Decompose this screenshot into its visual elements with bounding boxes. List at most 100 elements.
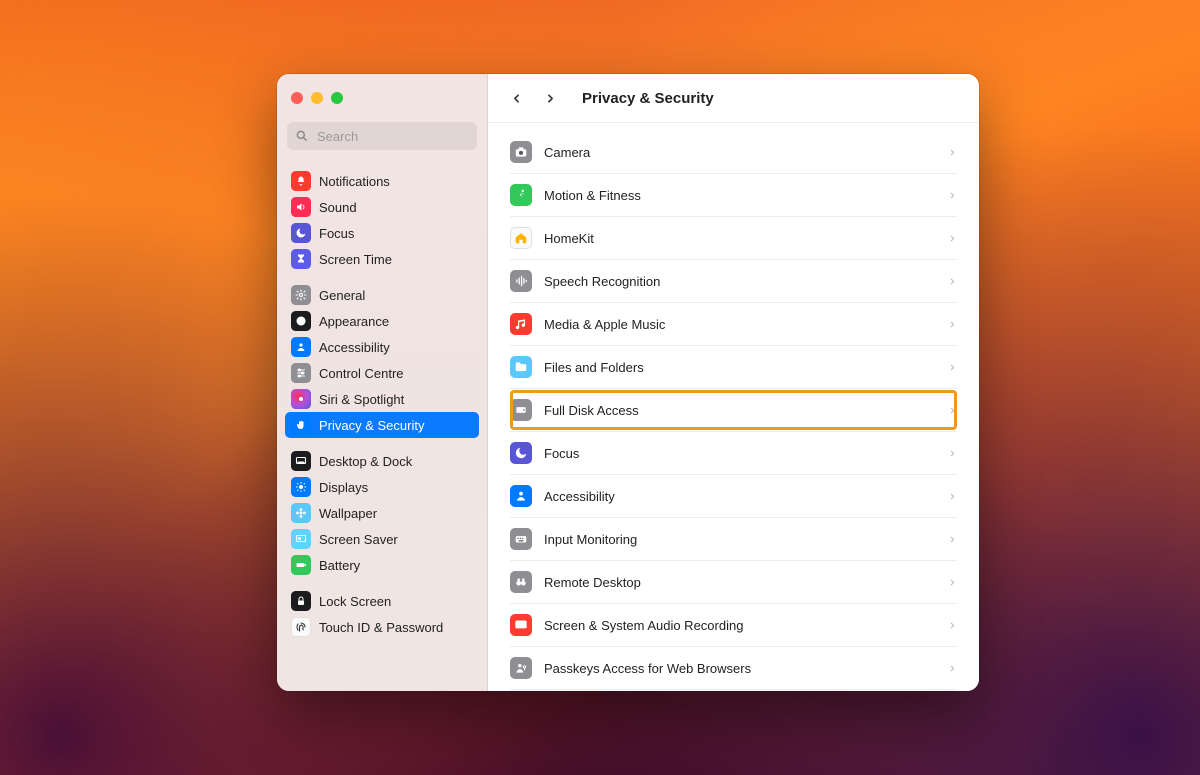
sidebar-item-label: Notifications <box>319 174 390 189</box>
house-icon <box>510 227 532 249</box>
nav-back-button[interactable] <box>506 88 526 108</box>
chevron-right-icon <box>948 661 957 676</box>
minimize-button[interactable] <box>311 92 323 104</box>
settings-row-focus[interactable]: Focus <box>510 432 957 475</box>
settings-row-full-disk-access[interactable]: Full Disk Access <box>510 389 957 432</box>
nav-forward-button[interactable] <box>540 88 560 108</box>
settings-row-label: Accessibility <box>544 489 936 504</box>
settings-row-screen-system-audio-recording[interactable]: Screen & System Audio Recording <box>510 604 957 647</box>
sidebar-item-siri-spotlight[interactable]: Siri & Spotlight <box>285 386 479 412</box>
settings-row-label: Input Monitoring <box>544 532 936 547</box>
sidebar-item-desktop-dock[interactable]: Desktop & Dock <box>285 448 479 474</box>
moon-icon <box>510 442 532 464</box>
settings-row-label: Motion & Fitness <box>544 188 936 203</box>
sidebar-item-notifications[interactable]: Notifications <box>285 168 479 194</box>
settings-row-homekit[interactable]: HomeKit <box>510 217 957 260</box>
search-field[interactable] <box>287 122 477 150</box>
sidebar-item-label: General <box>319 288 365 303</box>
settings-row-passkeys-access-for-web-browsers[interactable]: Passkeys Access for Web Browsers <box>510 647 957 690</box>
sidebar-item-touch-id-password[interactable]: Touch ID & Password <box>285 614 479 640</box>
chevron-right-icon <box>948 145 957 160</box>
sidebar-item-label: Screen Saver <box>319 532 398 547</box>
sidebar-group: Lock Screen Touch ID & Password <box>285 588 479 640</box>
close-button[interactable] <box>291 92 303 104</box>
chevron-right-icon <box>948 231 957 246</box>
siri-icon <box>291 389 311 409</box>
chevron-right-icon <box>948 403 957 418</box>
zoom-button[interactable] <box>331 92 343 104</box>
sliders-icon <box>291 363 311 383</box>
sidebar-item-accessibility[interactable]: Accessibility <box>285 334 479 360</box>
contrast-icon <box>291 311 311 331</box>
binoculars-icon <box>510 571 532 593</box>
sidebar-item-label: Focus <box>319 226 354 241</box>
settings-row-label: Camera <box>544 145 936 160</box>
sidebar-item-appearance[interactable]: Appearance <box>285 308 479 334</box>
fingerprint-icon <box>291 617 311 637</box>
sidebar-item-label: Siri & Spotlight <box>319 392 404 407</box>
chevron-right-icon <box>948 317 957 332</box>
sidebar-item-label: Touch ID & Password <box>319 620 443 635</box>
sidebar-item-screen-saver[interactable]: Screen Saver <box>285 526 479 552</box>
sidebar-group: Notifications Sound Focus Screen Time <box>285 168 479 272</box>
settings-row-media-apple-music[interactable]: Media & Apple Music <box>510 303 957 346</box>
lock-icon <box>291 591 311 611</box>
settings-row-input-monitoring[interactable]: Input Monitoring <box>510 518 957 561</box>
settings-row-label: HomeKit <box>544 231 936 246</box>
person-icon <box>510 485 532 507</box>
chevron-right-icon <box>544 92 557 105</box>
music-icon <box>510 313 532 335</box>
sidebar-item-label: Screen Time <box>319 252 392 267</box>
chevron-right-icon <box>948 274 957 289</box>
sidebar-item-battery[interactable]: Battery <box>285 552 479 578</box>
chevron-right-icon <box>948 532 957 547</box>
settings-row-label: Media & Apple Music <box>544 317 936 332</box>
keyboard-icon <box>510 528 532 550</box>
chevron-right-icon <box>948 575 957 590</box>
sun-icon <box>291 477 311 497</box>
disk-icon <box>510 399 532 421</box>
sidebar-item-displays[interactable]: Displays <box>285 474 479 500</box>
search-icon <box>295 129 309 143</box>
window-controls <box>277 74 487 122</box>
settings-row-remote-desktop[interactable]: Remote Desktop <box>510 561 957 604</box>
folder-icon <box>510 356 532 378</box>
sidebar-item-wallpaper[interactable]: Wallpaper <box>285 500 479 526</box>
settings-row-label: Focus <box>544 446 936 461</box>
settings-row-accessibility[interactable]: Accessibility <box>510 475 957 518</box>
chevron-left-icon <box>510 92 523 105</box>
search-input[interactable] <box>315 128 469 145</box>
chevron-right-icon <box>948 446 957 461</box>
battery-icon <box>291 555 311 575</box>
sidebar-item-label: Battery <box>319 558 360 573</box>
sidebar-group: General AppearanceAccessibility Control Ce… <box>285 282 479 438</box>
screensave-icon <box>291 529 311 549</box>
sidebar-item-focus[interactable]: Focus <box>285 220 479 246</box>
settings-row-label: Full Disk Access <box>544 403 936 418</box>
sidebar-item-label: Wallpaper <box>319 506 377 521</box>
chevron-right-icon <box>948 188 957 203</box>
sidebar: Notifications Sound Focus Screen Time Genera… <box>277 74 488 691</box>
sidebar-item-label: Control Centre <box>319 366 404 381</box>
settings-row-speech-recognition[interactable]: Speech Recognition <box>510 260 957 303</box>
settings-row-motion-fitness[interactable]: Motion & Fitness <box>510 174 957 217</box>
waveform-icon <box>510 270 532 292</box>
settings-row-label: Passkeys Access for Web Browsers <box>544 661 936 676</box>
main-header: Privacy & Security <box>488 74 979 123</box>
sidebar-item-lock-screen[interactable]: Lock Screen <box>285 588 479 614</box>
sidebar-item-sound[interactable]: Sound <box>285 194 479 220</box>
sidebar-item-general[interactable]: General <box>285 282 479 308</box>
sidebar-item-screen-time[interactable]: Screen Time <box>285 246 479 272</box>
sidebar-item-control-centre[interactable]: Control Centre <box>285 360 479 386</box>
settings-row-camera[interactable]: Camera <box>510 131 957 174</box>
settings-list[interactable]: Camera Motion & Fitness HomeKit Speech Reco… <box>488 123 979 691</box>
settings-row-label: Screen & System Audio Recording <box>544 618 936 633</box>
sidebar-item-privacy-security[interactable]: Privacy & Security <box>285 412 479 438</box>
personkey-icon <box>510 657 532 679</box>
sidebar-group: Desktop & DockDisplays Wallpaper Screen Sa… <box>285 448 479 578</box>
sidebar-list[interactable]: Notifications Sound Focus Screen Time Genera… <box>277 158 487 691</box>
settings-row-files-and-folders[interactable]: Files and Folders <box>510 346 957 389</box>
system-settings-window: Notifications Sound Focus Screen Time Genera… <box>277 74 979 691</box>
hourglass-icon <box>291 249 311 269</box>
settings-row-label: Files and Folders <box>544 360 936 375</box>
